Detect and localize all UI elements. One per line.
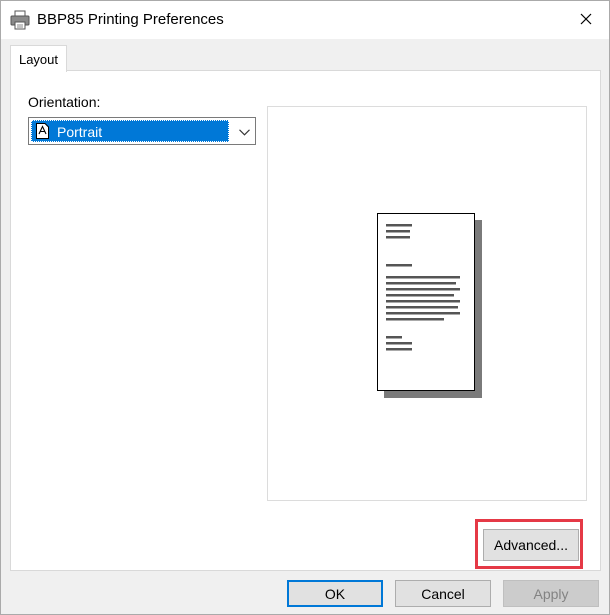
portrait-page-icon [36, 123, 49, 139]
cancel-button[interactable]: Cancel [395, 580, 491, 607]
orientation-value: Portrait [57, 124, 103, 140]
ok-button[interactable]: OK [287, 580, 383, 607]
layout-panel: Orientation: Portrait [10, 70, 601, 571]
close-icon [580, 12, 592, 28]
dropdown-arrow[interactable] [233, 118, 255, 144]
orientation-label: Orientation: [28, 94, 101, 110]
chevron-down-icon [238, 123, 250, 139]
apply-button[interactable]: Apply [503, 580, 599, 607]
orientation-selected-value: Portrait [31, 120, 229, 142]
layout-preview [267, 106, 587, 501]
advanced-button[interactable]: Advanced... [483, 529, 579, 561]
window-title: BBP85 Printing Preferences [37, 11, 224, 28]
printer-icon [10, 10, 30, 30]
title-bar: BBP85 Printing Preferences [1, 1, 609, 39]
close-button[interactable] [563, 1, 609, 39]
tab-layout[interactable]: Layout [10, 45, 67, 72]
page-preview-icon [377, 213, 475, 391]
tab-layout-label: Layout [18, 51, 59, 67]
printing-preferences-dialog: BBP85 Printing Preferences Layout Orient… [0, 0, 610, 615]
orientation-select[interactable]: Portrait [28, 117, 256, 145]
